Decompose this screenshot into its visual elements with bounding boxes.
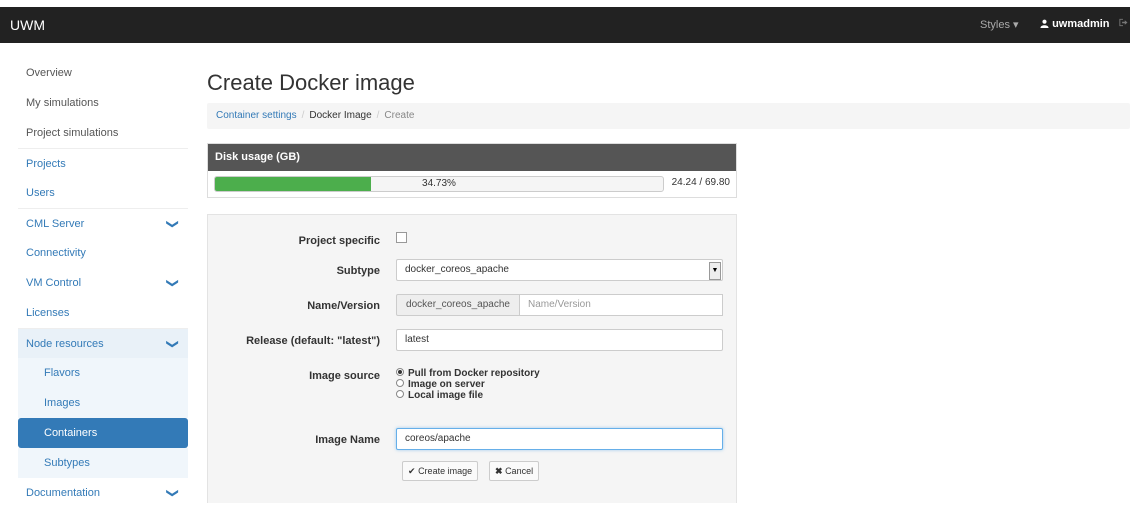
subtype-select[interactable]: docker_coreos_apache ▼ bbox=[396, 259, 723, 281]
select-arrow-icon: ▼ bbox=[709, 262, 721, 280]
user-menu[interactable]: uwmadmin bbox=[1040, 18, 1110, 30]
sidebar-item-label: Connectivity bbox=[26, 247, 86, 259]
radio-server[interactable] bbox=[396, 379, 404, 387]
subtype-label: Subtype bbox=[336, 265, 380, 277]
styles-dropdown[interactable]: Styles ▾ bbox=[980, 18, 1019, 31]
sidebar-item-label: Containers bbox=[44, 427, 98, 439]
progress-percent: 34.73% bbox=[422, 178, 456, 189]
logout-icon[interactable] bbox=[1118, 18, 1128, 30]
image-source-label: Image source bbox=[309, 370, 380, 382]
sidebar-item-subtypes[interactable]: Subtypes bbox=[18, 448, 188, 478]
sidebar-item-label: VM Control bbox=[26, 277, 82, 289]
radio-option-server[interactable]: Image on server bbox=[396, 379, 540, 390]
radio-local[interactable] bbox=[396, 390, 404, 398]
brand-link[interactable]: UWM bbox=[10, 17, 45, 33]
breadcrumb-separator: / bbox=[301, 110, 305, 121]
sidebar-item-label: Project simulations bbox=[26, 127, 119, 139]
sidebar-item-label: Projects bbox=[26, 158, 66, 170]
sidebar-item-images[interactable]: Images bbox=[18, 388, 188, 418]
name-version-group: docker_coreos_apache Name/Version bbox=[396, 294, 723, 316]
disk-usage-value: 24.24 / 69.80 bbox=[671, 177, 730, 188]
radio-server-label: Image on server bbox=[408, 379, 485, 390]
cancel-label: Cancel bbox=[505, 466, 534, 476]
sidebar-item-project-simulations[interactable]: Project simulations bbox=[18, 118, 188, 148]
radio-local-label: Local image file bbox=[408, 390, 484, 401]
sidebar-item-vm-control[interactable]: VM Control ❯ bbox=[18, 268, 188, 298]
release-label: Release (default: "latest") bbox=[246, 335, 380, 347]
top-navbar: UWM Styles ▾ uwmadmin bbox=[0, 7, 1130, 43]
subtype-selected-value: docker_coreos_apache bbox=[405, 264, 509, 275]
sidebar-item-label: Overview bbox=[26, 67, 72, 79]
styles-label: Styles bbox=[980, 19, 1010, 31]
sidebar-item-licenses[interactable]: Licenses bbox=[18, 298, 188, 328]
sidebar-item-label: Images bbox=[44, 397, 81, 409]
name-prefix-addon: docker_coreos_apache bbox=[396, 294, 520, 316]
breadcrumb-container-settings[interactable]: Container settings bbox=[216, 110, 297, 121]
check-icon: ✔ bbox=[408, 466, 416, 476]
create-image-label: Create image bbox=[418, 466, 473, 476]
user-icon bbox=[1040, 19, 1049, 28]
disk-usage-progress-bar: 34.73% bbox=[214, 176, 664, 192]
radio-pull-label: Pull from Docker repository bbox=[408, 368, 540, 379]
disk-usage-title: Disk usage (GB) bbox=[208, 144, 736, 171]
sidebar-item-containers[interactable]: Containers bbox=[18, 418, 188, 448]
sidebar-item-connectivity[interactable]: Connectivity bbox=[18, 238, 188, 268]
chevron-down-icon: ❯ bbox=[165, 487, 180, 499]
release-input[interactable]: latest bbox=[396, 329, 723, 351]
sidebar-item-users[interactable]: Users bbox=[18, 178, 188, 208]
user-name: uwmadmin bbox=[1052, 18, 1110, 30]
disk-usage-panel: Disk usage (GB) 34.73% 24.24 / 69.80 bbox=[207, 143, 737, 198]
cancel-button[interactable]: ✖ Cancel bbox=[489, 461, 540, 481]
chevron-down-icon: ❯ bbox=[165, 277, 180, 289]
sidebar-item-label: My simulations bbox=[26, 97, 99, 109]
create-image-button[interactable]: ✔ Create image bbox=[402, 461, 479, 481]
sidebar-item-cml-server[interactable]: CML Server ❯ bbox=[18, 208, 188, 238]
image-name-input[interactable]: coreos/apache bbox=[396, 428, 723, 450]
image-source-radio-group: Pull from Docker repository Image on ser… bbox=[396, 368, 540, 401]
sidebar-item-projects[interactable]: Projects bbox=[18, 148, 188, 178]
sidebar-item-node-resources[interactable]: Node resources ❯ bbox=[18, 328, 188, 358]
sidebar-item-label: Documentation bbox=[26, 487, 100, 499]
sidebar-item-label: Users bbox=[26, 187, 55, 199]
sidebar-nav: Overview My simulations Project simulati… bbox=[18, 58, 188, 508]
radio-pull[interactable] bbox=[396, 368, 404, 376]
sidebar-item-label: CML Server bbox=[26, 218, 85, 230]
page-title: Create Docker image bbox=[207, 70, 415, 95]
sidebar-item-flavors[interactable]: Flavors bbox=[18, 358, 188, 388]
create-image-form: Project specific Subtype docker_coreos_a… bbox=[207, 214, 737, 503]
chevron-down-icon: ❯ bbox=[165, 218, 180, 230]
name-version-label: Name/Version bbox=[307, 300, 380, 312]
radio-option-pull[interactable]: Pull from Docker repository bbox=[396, 368, 540, 379]
sidebar-item-label: Licenses bbox=[26, 307, 70, 319]
project-specific-label: Project specific bbox=[298, 235, 380, 247]
sidebar-item-overview[interactable]: Overview bbox=[18, 58, 188, 88]
breadcrumb-create: Create bbox=[384, 110, 415, 121]
sidebar-item-documentation[interactable]: Documentation ❯ bbox=[18, 478, 188, 508]
radio-option-local[interactable]: Local image file bbox=[396, 390, 540, 401]
chevron-down-icon: ❯ bbox=[165, 338, 180, 350]
sidebar-item-label: Subtypes bbox=[44, 457, 90, 469]
caret-down-icon: ▾ bbox=[1013, 19, 1019, 31]
sidebar-item-label: Node resources bbox=[26, 338, 104, 350]
breadcrumb-separator: / bbox=[376, 110, 380, 121]
project-specific-checkbox[interactable] bbox=[396, 232, 407, 243]
breadcrumb: Container settings / Docker Image / Create bbox=[207, 103, 1130, 129]
sidebar-item-label: Flavors bbox=[44, 367, 81, 379]
sidebar-item-my-simulations[interactable]: My simulations bbox=[18, 88, 188, 118]
name-version-input[interactable]: Name/Version bbox=[519, 294, 723, 316]
breadcrumb-docker-image[interactable]: Docker Image bbox=[309, 110, 371, 121]
image-name-label: Image Name bbox=[315, 434, 380, 446]
close-icon: ✖ bbox=[495, 466, 503, 476]
